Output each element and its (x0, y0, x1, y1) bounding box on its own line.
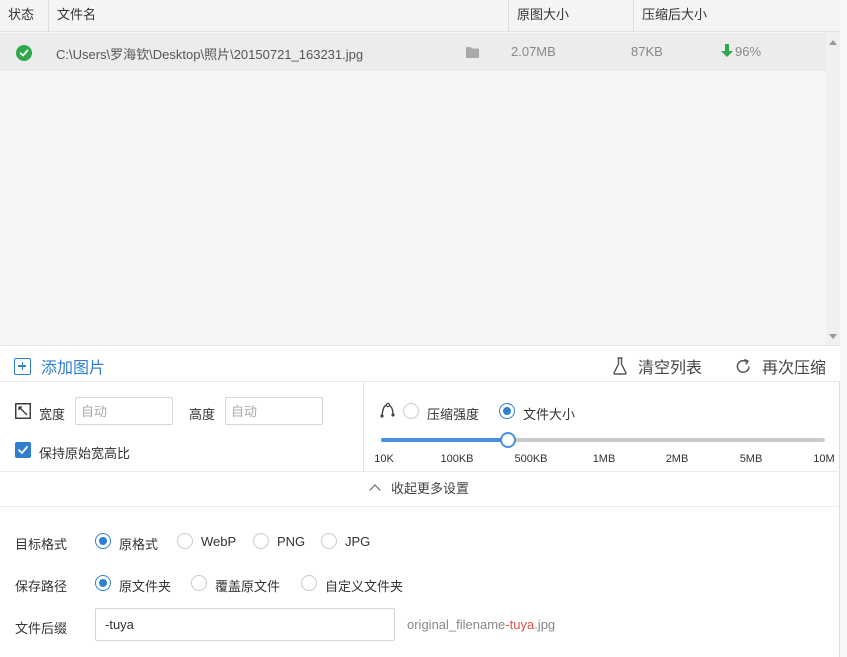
column-header-compressed-size[interactable]: 压缩后大小 (634, 0, 840, 31)
table-row[interactable]: C:\Users\罗海钦\Desktop\照片\20150721_163231.… (0, 33, 826, 71)
target-format-label: 目标格式 (15, 537, 68, 552)
slider-tick: 100KB (440, 453, 474, 465)
width-input[interactable] (75, 397, 173, 425)
save-overwrite-radio[interactable] (191, 575, 207, 591)
mode-strength-radio[interactable] (403, 403, 419, 419)
column-header-original-size[interactable]: 原图大小 (509, 0, 634, 31)
compression-ratio: 96% (721, 44, 761, 59)
size-settings-panel: 宽度 高度 保持原始宽高比 压缩强度 文件大小 10K 100KB 500KB … (0, 382, 840, 472)
scroll-up-icon[interactable] (829, 40, 837, 45)
save-custom-folder-radio[interactable] (301, 575, 317, 591)
collapse-settings-toggle[interactable]: 收起更多设置 (0, 472, 840, 507)
filename-preview: original_filename-tuya.jpg (407, 617, 555, 632)
slider-fill (381, 438, 508, 442)
file-path: C:\Users\罗海钦\Desktop\照片\20150721_163231.… (56, 47, 364, 62)
format-jpg-radio[interactable] (321, 533, 337, 549)
format-original-radio[interactable] (95, 533, 111, 549)
original-size: 2.07MB (511, 44, 556, 59)
curve-icon (380, 402, 396, 418)
preview-extension: .jpg (534, 617, 556, 632)
file-list: C:\Users\罗海钦\Desktop\照片\20150721_163231.… (0, 32, 826, 345)
collapse-settings-label: 收起更多设置 (390, 481, 469, 496)
mode-strength-label[interactable]: 压缩强度 (427, 404, 479, 423)
folder-icon[interactable] (466, 46, 479, 58)
column-header-filename[interactable]: 文件名 (49, 0, 509, 31)
add-image-label: 添加图片 (41, 360, 106, 377)
add-image-button[interactable]: 添加图片 (14, 354, 105, 378)
format-png-label[interactable]: PNG (277, 534, 305, 549)
save-custom-folder-label[interactable]: 自定义文件夹 (325, 576, 403, 595)
height-input[interactable] (225, 397, 323, 425)
slider-tick: 500KB (514, 453, 548, 465)
mode-filesize-radio[interactable] (499, 403, 515, 419)
plus-square-icon (14, 357, 31, 375)
list-scrollbar[interactable] (826, 32, 840, 345)
format-png-radio[interactable] (253, 533, 269, 549)
slider-tick: 5MB (739, 453, 763, 465)
compressed-size: 87KB (631, 44, 663, 59)
slider-tick: 10K (374, 453, 394, 465)
slider-tick: 2MB (665, 453, 689, 465)
chevron-up-icon (369, 484, 381, 496)
height-label: 高度 (189, 407, 216, 422)
recompress-button[interactable]: 再次压缩 (735, 354, 826, 378)
mode-filesize-label[interactable]: 文件大小 (523, 404, 575, 423)
slider-tick: 10M (813, 453, 835, 465)
clear-list-button[interactable]: 清空列表 (612, 354, 702, 378)
slider-tick: 1MB (592, 453, 616, 465)
keep-ratio-label[interactable]: 保持原始宽高比 (39, 443, 130, 462)
action-bar: 添加图片 清空列表 再次压缩 (0, 345, 840, 382)
save-original-folder-radio[interactable] (95, 575, 111, 591)
resize-icon (15, 403, 31, 419)
format-jpg-label[interactable]: JPG (345, 534, 370, 549)
scroll-down-icon[interactable] (829, 334, 837, 339)
save-overwrite-label[interactable]: 覆盖原文件 (215, 576, 280, 595)
recompress-label: 再次压缩 (762, 360, 827, 377)
format-original-label[interactable]: 原格式 (119, 534, 158, 553)
target-size-slider[interactable] (381, 438, 825, 442)
suffix-input[interactable] (95, 608, 395, 641)
refresh-icon (736, 358, 750, 373)
format-webp-label[interactable]: WebP (201, 534, 236, 549)
clear-list-label: 清空列表 (638, 360, 703, 377)
app-window: 状态 文件名 原图大小 压缩后大小 C:\Users\罗海钦\Desktop\照… (0, 0, 840, 657)
file-table-header: 状态 文件名 原图大小 压缩后大小 (0, 0, 840, 32)
column-header-status[interactable]: 状态 (0, 0, 49, 31)
save-original-folder-label[interactable]: 原文件夹 (119, 576, 171, 595)
panel-divider (363, 382, 364, 472)
preview-basename: original_filename (407, 617, 506, 632)
save-path-label: 保存路径 (15, 579, 68, 594)
keep-ratio-checkbox[interactable] (15, 442, 31, 458)
check-circle-icon (16, 45, 32, 61)
preview-suffix: -tuya (505, 617, 535, 632)
flask-icon (613, 357, 627, 375)
suffix-label: 文件后缀 (15, 621, 68, 636)
format-webp-radio[interactable] (177, 533, 193, 549)
window-edge (840, 0, 847, 657)
arrow-down-icon (721, 44, 733, 58)
ratio-value: 96% (735, 44, 762, 59)
output-options-panel: 目标格式 原格式 WebP PNG JPG 保存路径 原文件夹 覆盖原文件 自定… (0, 508, 840, 657)
width-label: 宽度 (39, 407, 66, 422)
slider-thumb[interactable] (500, 432, 516, 448)
